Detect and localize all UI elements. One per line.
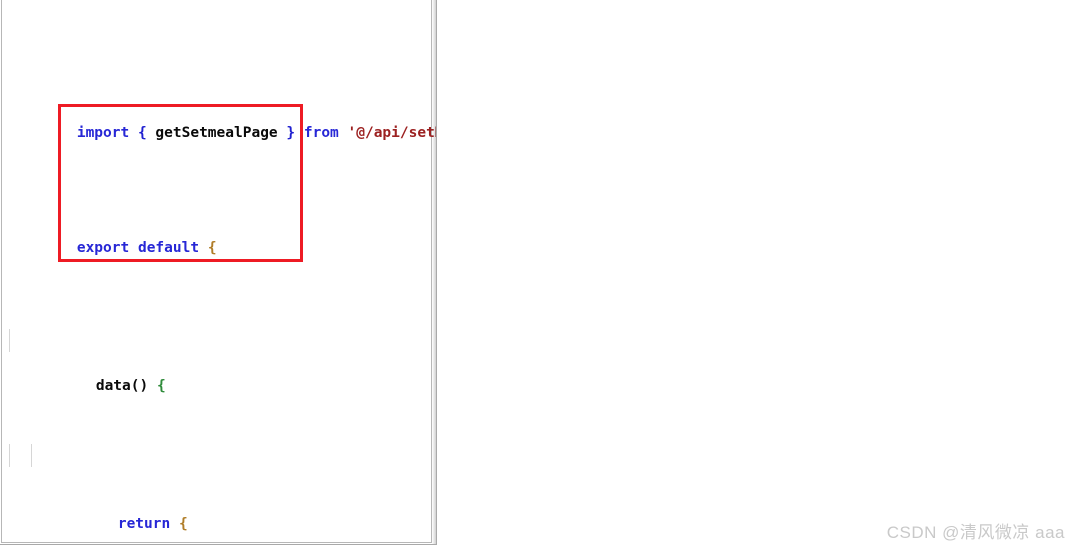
token-keyword-import: import [76, 125, 130, 141]
screenshot-root: import { getSetmealPage } from '@/api/se… [0, 0, 1081, 553]
token-keyword-return: return [117, 516, 171, 532]
token-brace-open: { [137, 125, 147, 141]
code-line[interactable]: export default { [0, 214, 436, 256]
csdn-watermark: CSDN @清风微凉 aaa [886, 523, 1065, 542]
token-module-path: '@/api/setMeal' [347, 125, 436, 141]
code-line[interactable]: data() { [0, 329, 436, 394]
token-brace: { [178, 516, 188, 532]
token-brace: { [156, 378, 166, 394]
token-brace: { [207, 240, 217, 256]
token-keyword-from: from [303, 125, 339, 141]
token-function-data: data() [95, 378, 149, 394]
token-keyword-export: export [76, 240, 130, 256]
token-keyword-default: default [137, 240, 200, 256]
indent-guide [9, 444, 10, 467]
token-named-import: getSetmealPage [146, 125, 287, 141]
token-brace-close: } [286, 125, 296, 141]
indent-guide [31, 444, 32, 467]
code-editor-window[interactable]: import { getSetmealPage } from '@/api/se… [0, 0, 437, 545]
code-content[interactable]: import { getSetmealPage } from '@/api/se… [0, 0, 436, 544]
code-line[interactable]: return { [0, 444, 436, 532]
indent-guide [9, 329, 10, 352]
code-line[interactable]: import { getSetmealPage } from '@/api/se… [0, 99, 436, 141]
